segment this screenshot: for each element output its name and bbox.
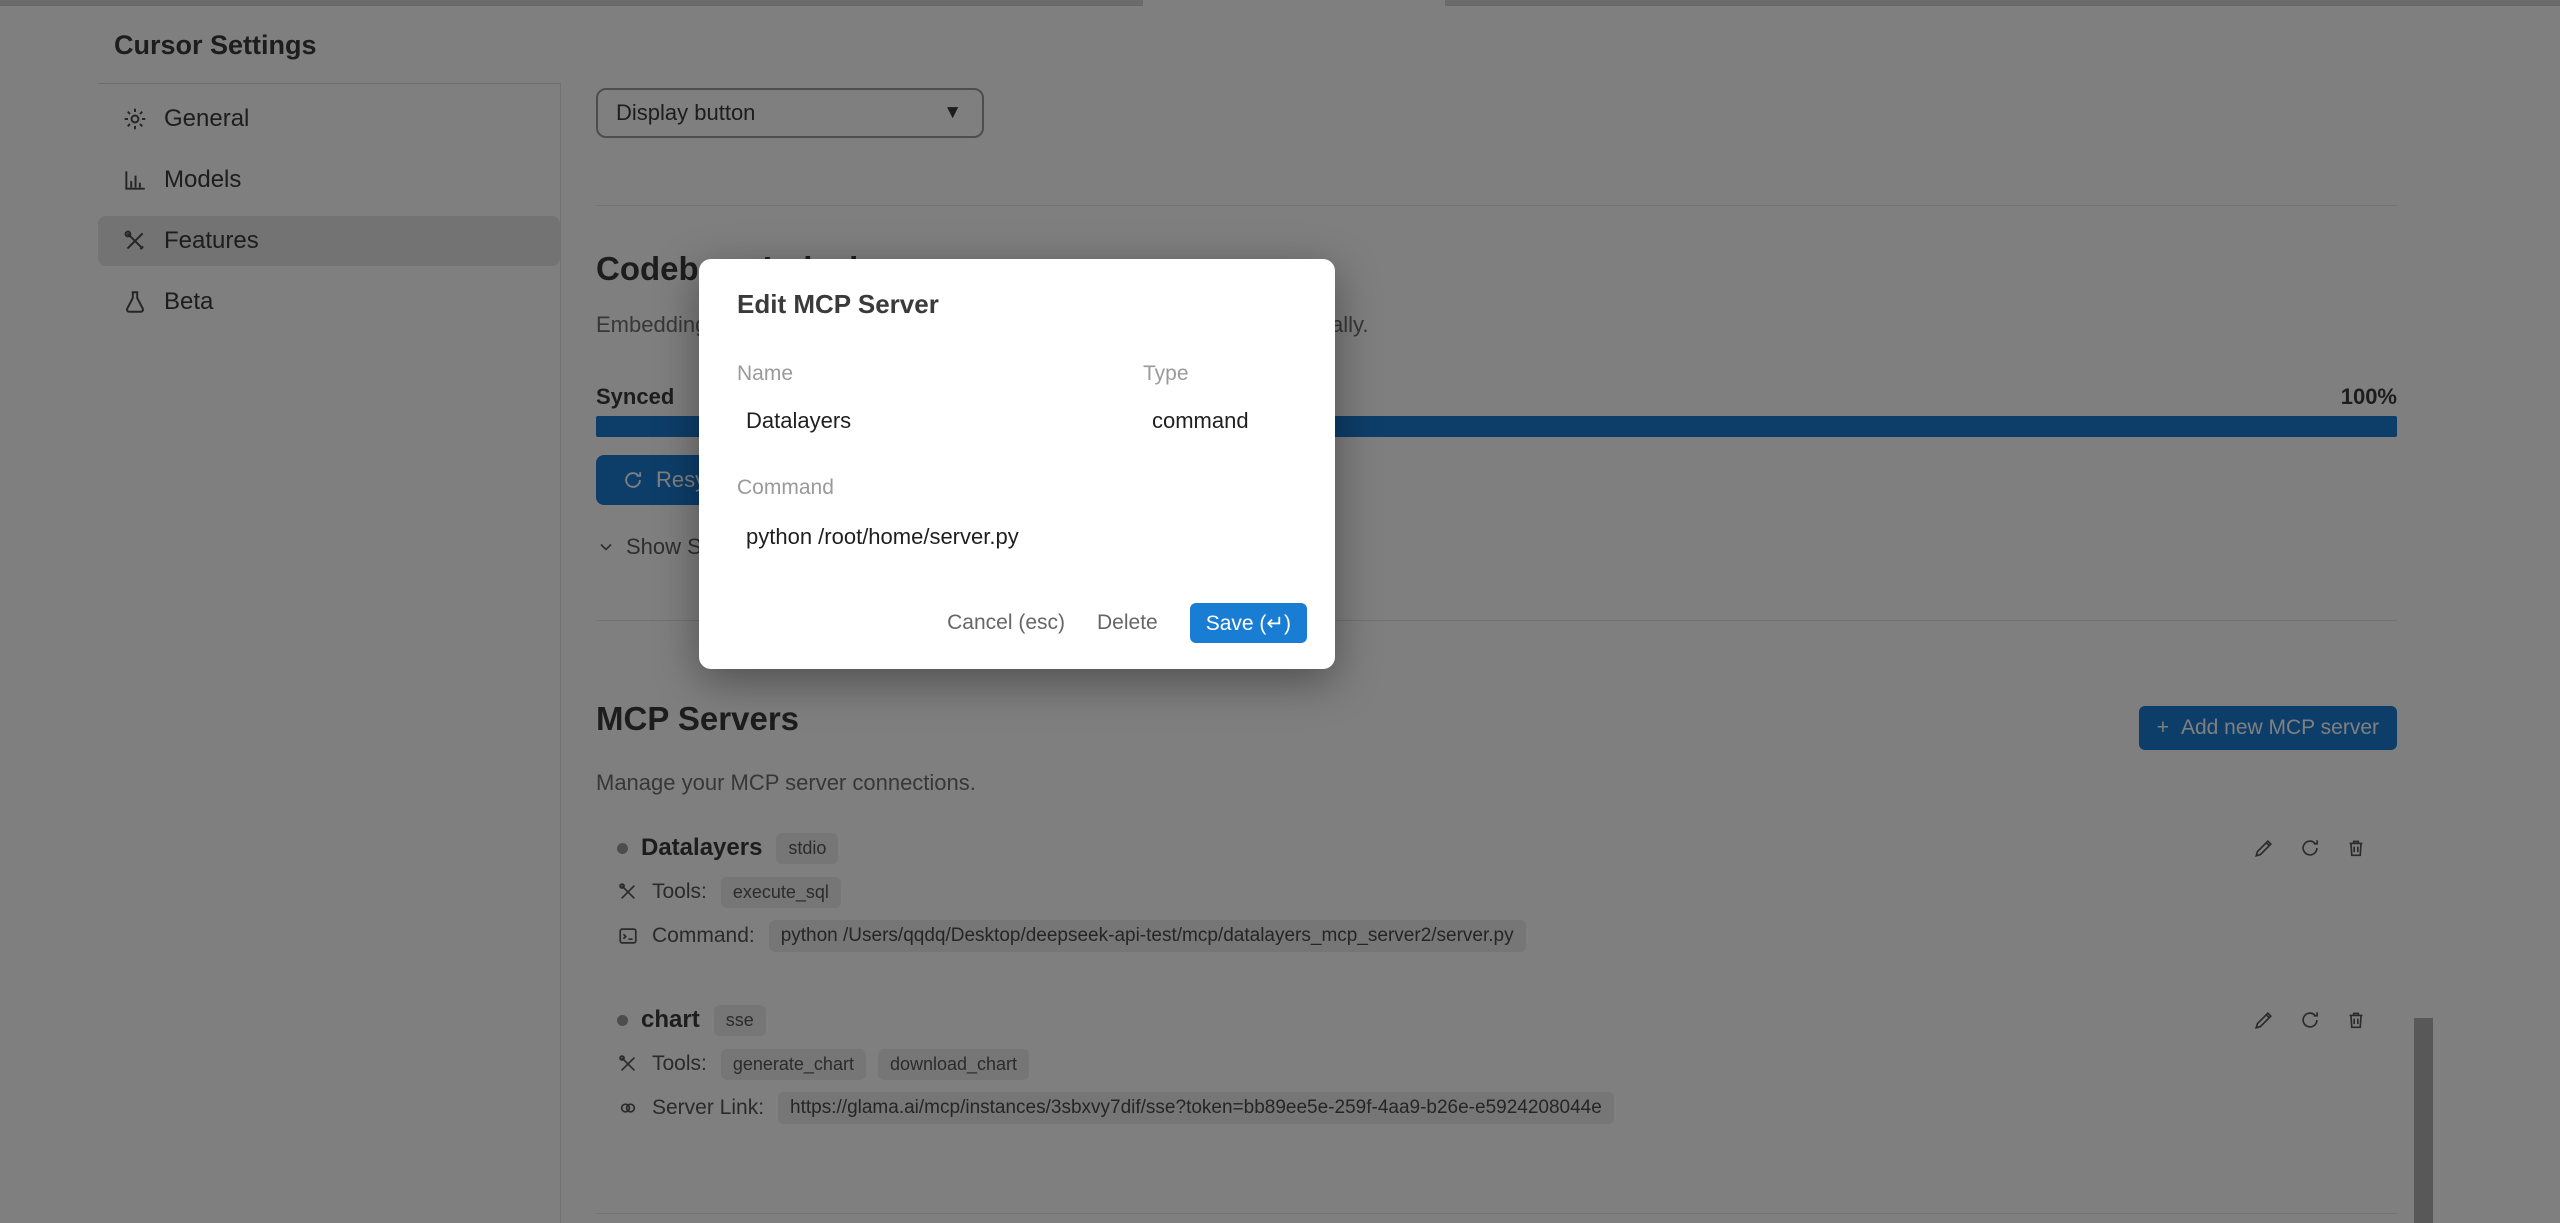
modal-footer: Cancel (esc) Delete Save (↵) <box>737 603 1307 643</box>
type-field-label: Type <box>1143 362 1189 385</box>
save-button[interactable]: Save (↵) <box>1189 603 1307 643</box>
modal-field-labels: Name Type <box>737 362 1307 386</box>
cancel-button[interactable]: Cancel (esc) <box>947 611 1065 635</box>
delete-button[interactable]: Delete <box>1097 611 1158 635</box>
type-field[interactable]: command <box>1143 408 1307 434</box>
edit-mcp-server-modal: Edit MCP Server Name Type Datalayers com… <box>699 259 1335 669</box>
modal-title: Edit MCP Server <box>737 289 939 319</box>
name-field[interactable]: Datalayers <box>737 408 1143 434</box>
name-field-label: Name <box>737 362 794 385</box>
command-field[interactable]: python /root/home/server.py <box>737 524 1307 550</box>
command-field-label: Command <box>737 476 834 499</box>
modal-field-values: Datalayers command <box>737 386 1307 434</box>
cursor-settings-screen: Cursor Settings General Models Features <box>0 0 2560 1223</box>
